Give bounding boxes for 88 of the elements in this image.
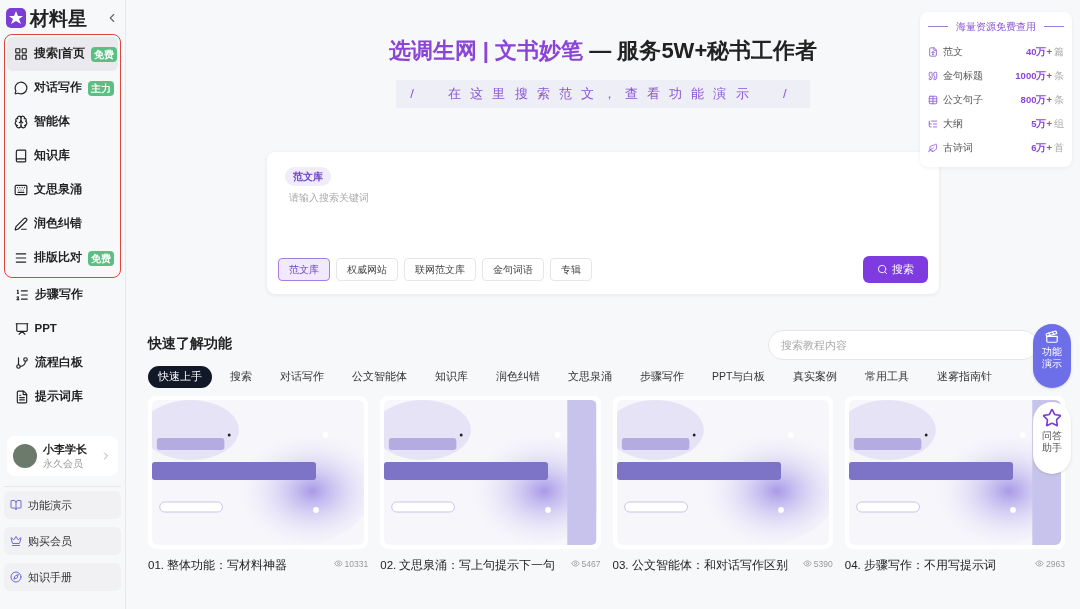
user-name: 小李学长 [43,442,88,457]
sidebar-item[interactable]: 流程白板 [7,346,118,380]
quote-icon [928,71,938,81]
stats-row: 大纲 5万+ 组 [928,112,1064,136]
sidebar-item[interactable]: 智能体 [7,105,118,139]
open-book-icon [10,499,22,511]
source-chip[interactable]: 联网范文库 [404,257,476,281]
search-button[interactable]: 搜索 [863,255,928,283]
badge: 免费 [91,46,118,62]
footer-link[interactable]: 功能演示 [4,491,121,519]
sidebar-item[interactable]: 润色纠错 [7,207,118,241]
sidebar-item[interactable]: 文思泉涌 [7,173,118,207]
numbered-list-icon [14,288,29,302]
sidebar-item[interactable]: 提示词库 [7,380,118,414]
badge: 主力 [88,80,114,96]
floating-button[interactable]: 问答助手 [1033,402,1071,474]
badge: 免费 [88,250,114,266]
star-icon [1042,408,1062,428]
eye-icon [570,559,580,569]
stats-row: 公文句子 800万+ 条 [928,88,1064,112]
compass-icon [10,571,22,583]
tutorial-tab[interactable]: 常用工具 [855,365,920,388]
leaf-icon [928,143,938,153]
tutorial-tab[interactable]: 快速上手 [148,365,212,388]
chat-bubble-icon [14,81,28,95]
branch-icon [14,356,29,370]
tutorial-tab[interactable]: 搜索 [220,365,262,388]
book-icon [14,149,28,163]
floating-button[interactable]: 功能演示 [1033,324,1071,388]
brain-icon [14,115,28,129]
tutorial-tab[interactable]: 文思泉涌 [558,365,622,388]
footer-link[interactable]: 购买会员 [4,527,121,555]
source-chip[interactable]: 权威网站 [336,257,398,281]
source-chip[interactable]: 金句词语 [482,257,544,281]
eye-icon [333,559,343,569]
eye-icon [802,559,812,569]
tutorial-tab[interactable]: 知识库 [425,365,478,388]
list-icon [928,119,938,129]
stats-row: 范文 40万+ 篇 [928,40,1064,64]
user-card[interactable]: 小李学长 永久会员 [7,436,118,476]
logo-icon [6,8,26,28]
avatar [13,444,37,468]
stats-title: 海量资源免费查用 [956,20,1036,34]
sidebar-item[interactable]: 排版比对 免费 [7,241,118,275]
tutorial-tab[interactable]: PPT与白板 [702,365,776,388]
document-icon [928,47,938,57]
hero-banner: / 在这里搜索范文，查看功能演示 / [396,80,810,108]
search-icon [877,263,888,275]
source-chip[interactable]: 范文库 [278,257,330,281]
view-count: 10331 [333,557,369,571]
view-count: 2963 [1035,557,1065,571]
video-icon [1045,330,1059,344]
lines-icon [14,251,28,265]
section-title: 快速了解功能 [148,335,232,354]
video-title[interactable]: 03. 公文智能体：和对话写作区别 [612,555,788,574]
presentation-icon [14,322,29,336]
table-icon [928,95,938,105]
sidebar-item[interactable]: 步骤写作 [7,278,118,312]
sidebar-item[interactable]: 对话写作 主力 [7,71,118,105]
sidebar-item[interactable]: 搜索|首页 免费 [7,37,118,71]
video-title[interactable]: 02. 文思泉涌：写上句提示下一句 [380,555,556,574]
crown-icon [10,535,22,547]
stats-row: 金句标题 1000万+ 条 [928,64,1064,88]
logo-text: 材料星 [30,8,87,28]
pen-icon [14,217,28,231]
view-count: 5390 [802,557,833,571]
eye-icon [1035,559,1045,569]
tutorial-tab[interactable]: 步骤写作 [630,365,694,388]
source-chip[interactable]: 专辑 [550,257,592,281]
sidebar-item[interactable]: 知识库 [7,139,118,173]
grid-icon [14,47,28,61]
search-input[interactable]: 请输入搜索关键词 [289,189,689,205]
document-icon [14,390,29,404]
tutorial-tab[interactable]: 对话写作 [270,365,334,388]
sidebar-item[interactable]: PPT [7,312,118,346]
tutorial-tab[interactable]: 迷雾指南针 [927,365,1003,388]
hero-title: 选调生网 | 文书妙笔 — 服务5W+秘书工作者 [388,37,818,65]
membership-label: 永久会员 [43,457,84,470]
tutorial-tab[interactable]: 真实案例 [783,365,848,388]
stats-row: 古诗词 6万+ 首 [928,136,1064,160]
keyboard-icon [14,183,28,197]
tutorial-tab[interactable]: 公文智能体 [342,365,417,388]
search-tag: 范文库 [285,166,331,186]
footer-link[interactable]: 知识手册 [4,563,121,591]
tutorial-tab[interactable]: 润色纠错 [486,365,550,388]
video-title[interactable]: 01. 整体功能：写材料神器 [148,555,288,574]
view-count: 5467 [570,557,601,571]
video-title[interactable]: 04. 步骤写作：不用写提示词 [844,555,996,574]
